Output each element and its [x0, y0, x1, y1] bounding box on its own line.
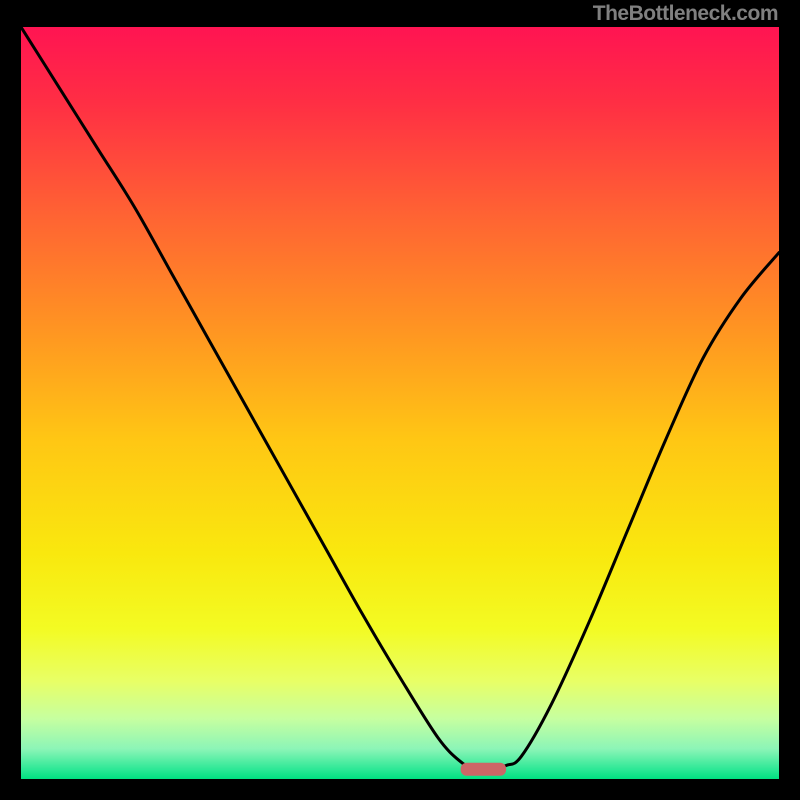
chart-canvas — [21, 27, 779, 779]
bottleneck-chart — [21, 27, 779, 779]
page-source-attribution: TheBottleneck.com — [593, 2, 778, 26]
optimal-range-marker — [461, 763, 506, 776]
heat-gradient-background — [21, 27, 779, 779]
